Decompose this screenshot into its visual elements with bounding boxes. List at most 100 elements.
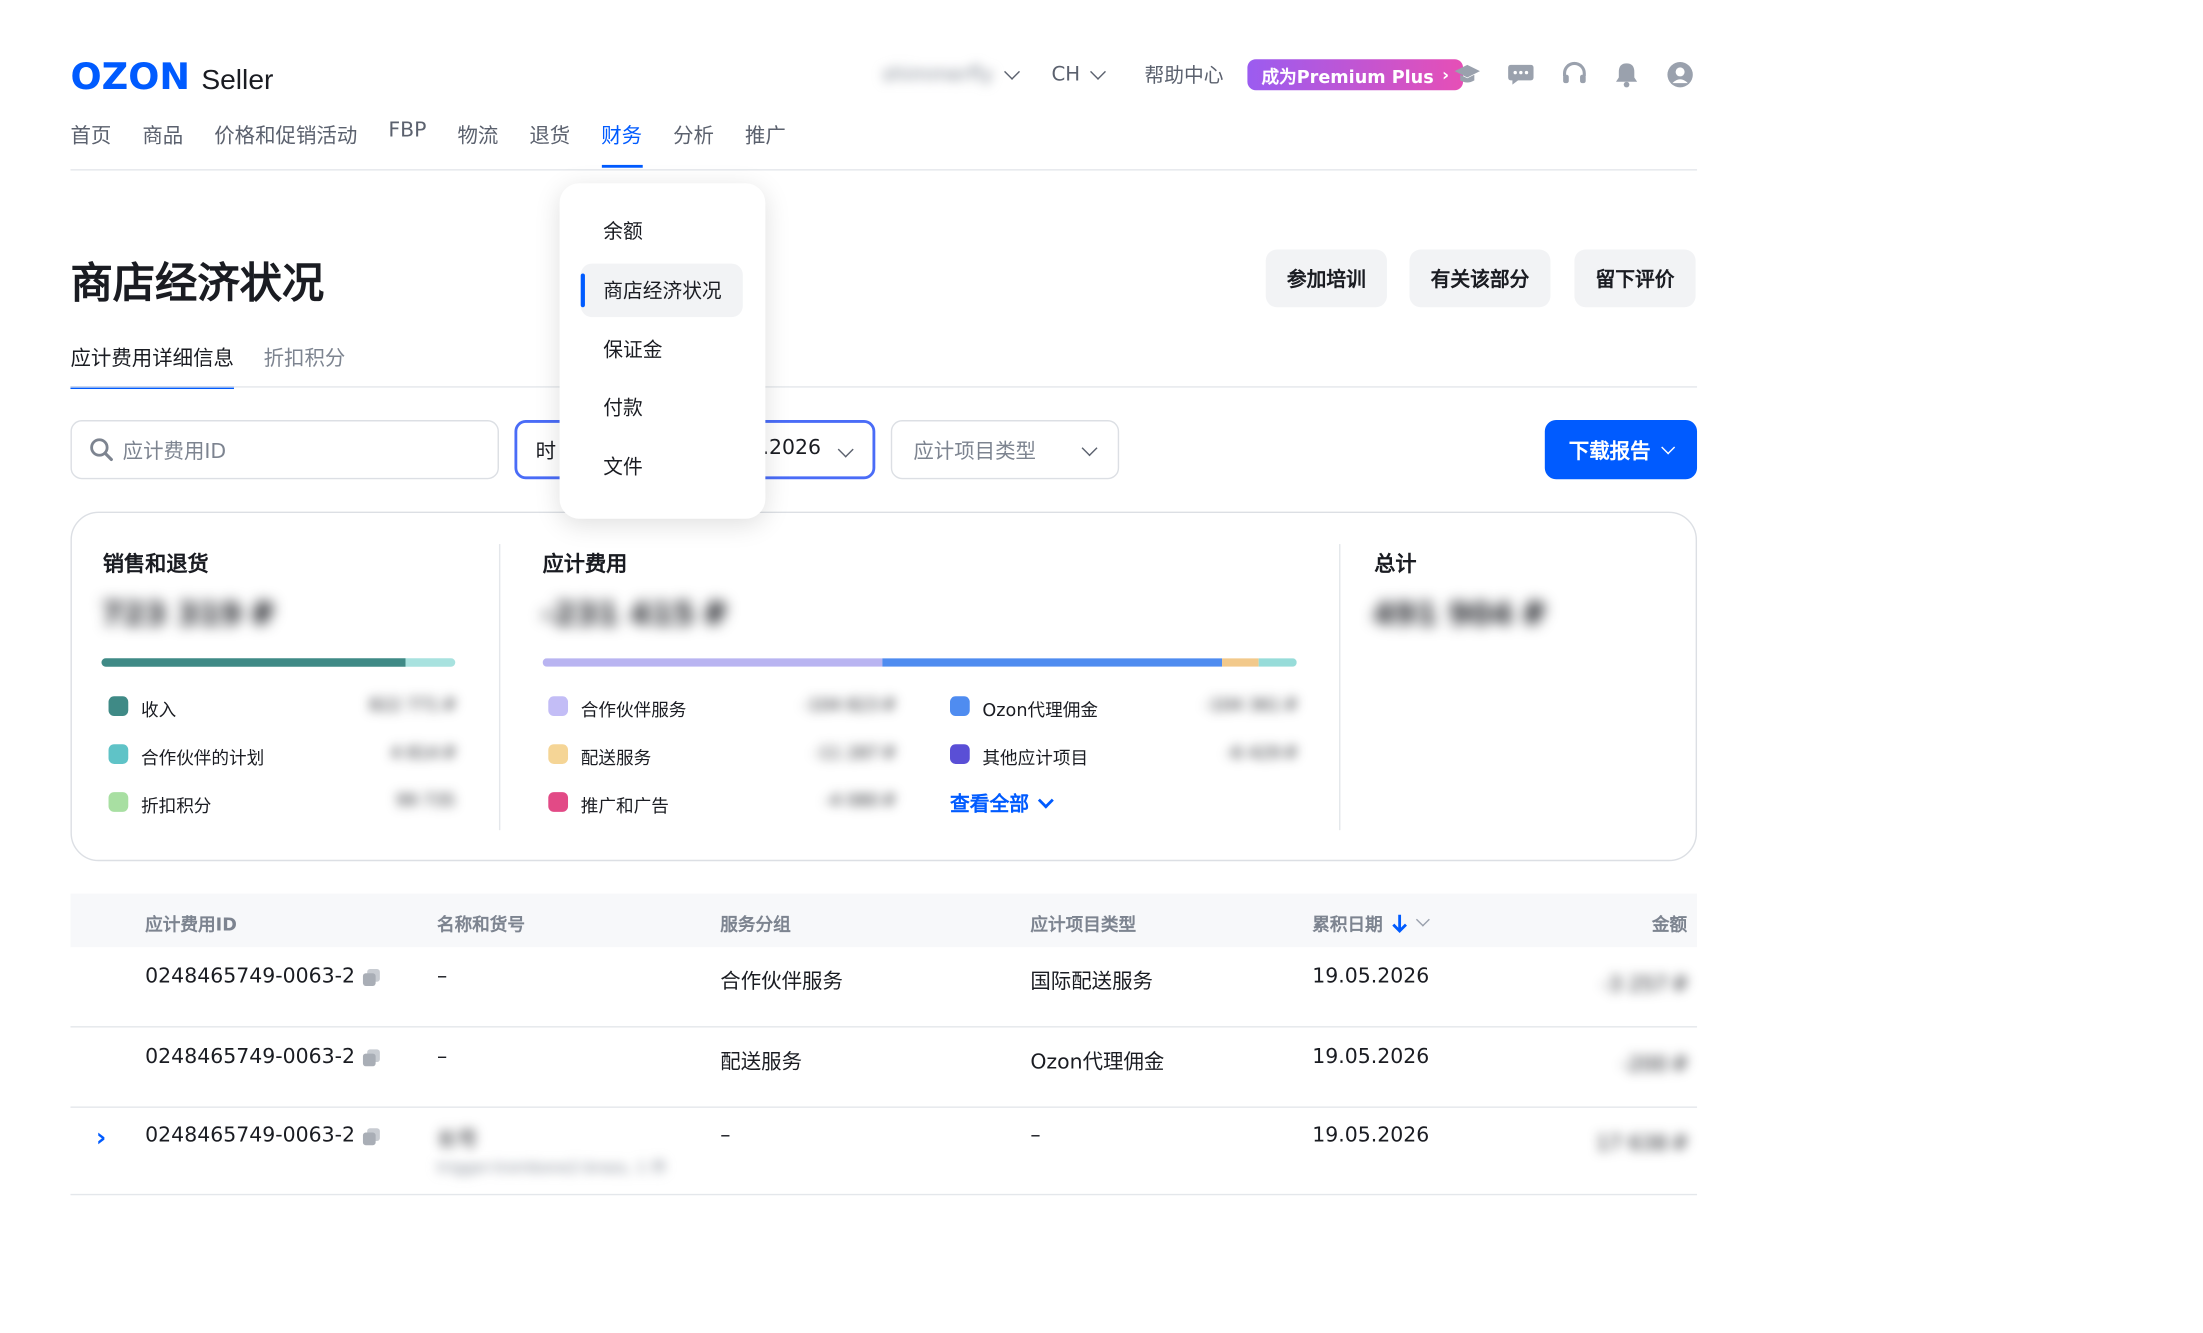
expand-row-chevron-icon[interactable]: › <box>96 1123 106 1153</box>
menu-item-balance[interactable]: 余额 <box>581 204 743 258</box>
chevron-down-icon[interactable] <box>1415 912 1430 927</box>
table-row-3-date: 19.05.2026 <box>1312 1124 1430 1148</box>
card-divider <box>1339 544 1341 831</box>
total-title: 总计 <box>1374 551 1417 577</box>
legend-dot-promotion-ads <box>548 792 569 812</box>
legend-dot-discount-points <box>108 792 129 812</box>
legend-label-partner-services: 合作伙伴服务 <box>580 699 687 721</box>
nav-item-returns[interactable]: 退货 <box>529 120 570 168</box>
nav-item-prices-promotions[interactable]: 价格和促销活动 <box>214 120 357 168</box>
support-headset-icon[interactable] <box>1560 61 1588 89</box>
legend-value-revenue: 822 771 ₽ <box>369 694 456 715</box>
copy-icon[interactable] <box>362 1127 380 1145</box>
user-avatar-icon[interactable] <box>1666 61 1694 89</box>
legend-value-delivery-services: -11 287 ₽ <box>813 742 896 763</box>
accruals-bar-segment <box>542 658 882 667</box>
chevron-down-icon <box>1003 63 1020 80</box>
copy-icon[interactable] <box>362 968 380 986</box>
table-header <box>70 893 1698 948</box>
legend-value-discount-points: 99 735 <box>396 790 456 811</box>
nav-item-logistics[interactable]: 物流 <box>457 120 498 168</box>
menu-item-deposit[interactable]: 保证金 <box>581 323 743 377</box>
table-row-1-group: 合作伙伴服务 <box>720 971 843 994</box>
help-center-link[interactable]: 帮助中心 <box>1145 58 1224 92</box>
table-row-2-type: Ozon代理佣金 <box>1030 1051 1165 1075</box>
accruals-bar-segment <box>1259 658 1297 667</box>
premium-label: 成为Premium Plus <box>1261 65 1434 87</box>
legend-label-discount-points: 折扣积分 <box>140 794 212 817</box>
tab-discount-points[interactable]: 折扣积分 <box>264 343 346 390</box>
bell-icon[interactable] <box>1612 61 1640 89</box>
table-row-2-amount: -200 ₽ <box>1621 1054 1688 1077</box>
training-button[interactable]: 参加培训 <box>1265 249 1387 308</box>
row-divider <box>70 1106 1698 1108</box>
finance-dropdown-menu: 余额 商店经济状况 保证金 付款 文件 <box>559 183 766 519</box>
period-label: 时 <box>535 440 557 464</box>
logo-brand: OZON <box>70 56 191 99</box>
premium-plus-button[interactable]: 成为Premium Plus › <box>1247 59 1464 91</box>
ozon-seller-logo[interactable]: OZON Seller <box>70 56 273 98</box>
table-row-3-id: 0248465749-0063-2 <box>145 1125 380 1147</box>
card-divider <box>498 544 501 831</box>
menu-item-documents[interactable]: 文件 <box>581 440 743 494</box>
legend-dot-other-accruals <box>950 744 970 764</box>
chevron-down-icon <box>1037 792 1054 809</box>
accrual-id: 0248465749-0063-2 <box>145 1045 355 1069</box>
legend-label-partner-programs: 合作伙伴的计划 <box>140 747 265 769</box>
table-row-3-group: – <box>720 1124 731 1148</box>
nav-item-fbp[interactable]: FBP <box>388 120 426 168</box>
sales-returns-title: 销售和退货 <box>102 551 209 577</box>
row-divider <box>70 1026 1698 1028</box>
legend-dot-delivery-services <box>548 744 569 764</box>
nav-item-finance[interactable]: 财务 <box>601 120 643 168</box>
account-switcher[interactable]: shimmerfly <box>882 58 1020 92</box>
col-accrual-date[interactable]: 累积日期 <box>1312 909 1430 936</box>
row-divider <box>70 1193 1698 1196</box>
table-row-1-amount: -3 257 ₽ <box>1601 973 1688 997</box>
chevron-down-icon <box>1081 440 1098 457</box>
main-nav: 首页 商品 价格和促销活动 FBP 物流 退货 财务 分析 推广 <box>70 120 816 168</box>
nav-item-home[interactable]: 首页 <box>70 120 111 168</box>
tab-accrual-details[interactable]: 应计费用详细信息 <box>70 343 234 390</box>
see-all-link[interactable]: 查看全部 <box>950 789 1054 817</box>
graduation-cap-icon[interactable] <box>1453 61 1481 89</box>
menu-item-payments[interactable]: 付款 <box>581 381 743 435</box>
legend-value-partner-services: -104 823 ₽ <box>802 694 896 715</box>
leave-feedback-button[interactable]: 留下评价 <box>1574 249 1696 308</box>
accrual-id: 0248465749-0063-2 <box>145 965 355 989</box>
download-label: 下载报告 <box>1568 440 1651 464</box>
sales-returns-total: 723 319 ₽ <box>101 597 275 633</box>
accrual-id-search[interactable]: 应计费用ID <box>70 420 499 480</box>
logo-product: Seller <box>201 64 274 96</box>
table-row-1-type: 国际配送服务 <box>1030 971 1153 994</box>
chat-icon[interactable] <box>1507 61 1535 89</box>
table-row-3-name: 长号 <box>436 1129 478 1152</box>
table-row-2-name: – <box>436 1045 448 1069</box>
chevron-down-icon <box>1661 439 1676 454</box>
nav-item-products[interactable]: 商品 <box>142 120 183 168</box>
accrual-type-select[interactable]: 应计项目类型 <box>890 420 1120 480</box>
legend-dot-ozon-commission <box>950 696 970 717</box>
legend-value-partner-programs: 4 814 ₽ <box>390 742 456 763</box>
see-all-label: 查看全部 <box>950 793 1029 817</box>
table-row-3-type: – <box>1030 1124 1041 1148</box>
account-name: shimmerfly <box>882 63 994 86</box>
table-row-1-date: 19.05.2026 <box>1312 965 1430 989</box>
copy-icon[interactable] <box>362 1048 380 1066</box>
search-placeholder: 应计费用ID <box>122 440 227 464</box>
table-row-2-date: 19.05.2026 <box>1312 1045 1430 1069</box>
col-accrual-id: 应计费用ID <box>145 913 237 935</box>
language-switcher[interactable]: CH <box>1051 58 1107 92</box>
download-report-button[interactable]: 下载报告 <box>1544 420 1698 480</box>
about-section-button[interactable]: 有关该部分 <box>1409 249 1551 308</box>
chevron-right-icon: › <box>1442 64 1450 85</box>
col-accrual-date-label: 累积日期 <box>1312 913 1383 935</box>
nav-item-promotion[interactable]: 推广 <box>745 120 786 168</box>
sort-arrow-down-icon[interactable] <box>1391 913 1408 933</box>
menu-item-store-economics[interactable]: 商店经济状况 <box>580 263 743 318</box>
nav-item-analytics[interactable]: 分析 <box>673 120 714 168</box>
table-row-3-sku: trigger-trombone2-brass, 1 件 <box>436 1158 667 1177</box>
legend-label-delivery-services: 配送服务 <box>580 747 652 769</box>
period-value: .2026 <box>762 436 822 460</box>
col-accrual-type: 应计项目类型 <box>1030 913 1137 935</box>
